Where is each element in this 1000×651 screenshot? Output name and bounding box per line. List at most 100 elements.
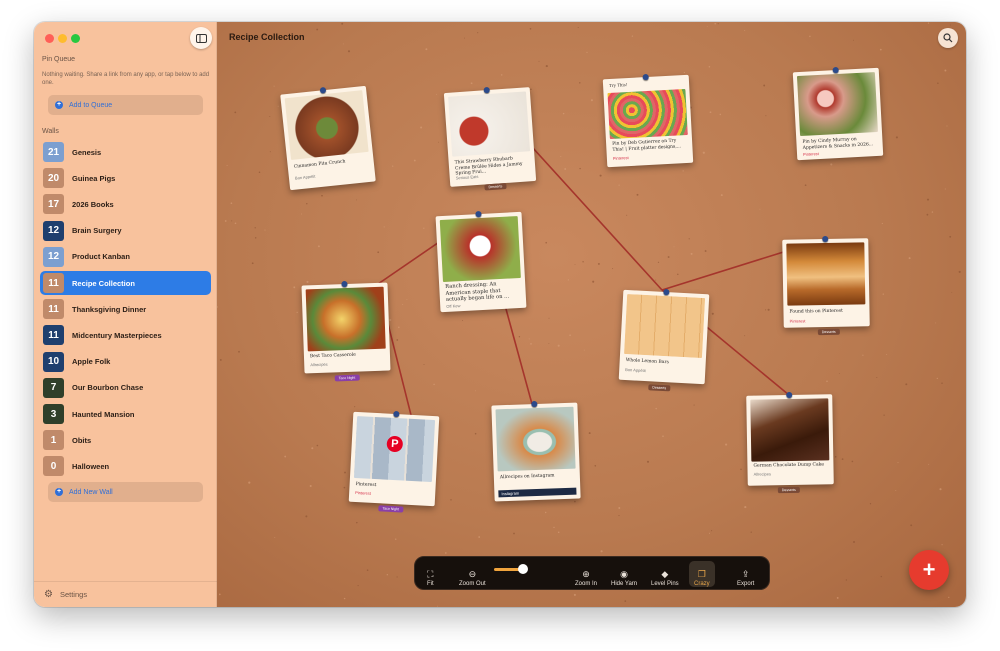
sidebar-item-wall[interactable]: 7 Our Bourbon Chase [40, 376, 211, 400]
pin-card-appetizers[interactable]: Pin by Cindy Murray on Appetizers & Snac… [792, 66, 884, 161]
card-title: Cinnamon Pita Crunch [293, 159, 346, 170]
add-to-queue-label: Add to Queue [69, 101, 113, 109]
sidebar-item-wall[interactable]: 17 2026 Books [40, 192, 211, 216]
sidebar-item-wall[interactable]: 0 Halloween [40, 454, 211, 478]
fit-button[interactable]: ⛶ Fit [427, 561, 434, 588]
push-pin-icon [393, 410, 400, 418]
wall-name-label: 2026 Books [72, 199, 114, 209]
pin-card-caramel-dessert[interactable]: Found this on Pinterest Pinterest Desser… [782, 235, 870, 336]
zoom-out-icon: ⊖ [468, 569, 477, 579]
recipe-photo [305, 286, 386, 352]
wall-name-label: Thanksgiving Dinner [72, 304, 147, 314]
zoom-out-button[interactable]: ⊖ Zoom Out [459, 561, 486, 588]
sidebar-item-wall[interactable]: 20 Guinea Pigs [40, 166, 211, 190]
wall-count-badge: 10 [43, 351, 64, 372]
settings-button[interactable]: ⚙ Settings [34, 581, 217, 607]
wall-count-badge: 3 [43, 404, 64, 424]
layers-icon: ❐ [697, 569, 706, 579]
push-pin-icon [642, 73, 649, 81]
sidebar-item-wall[interactable]: 12 Product Kanban [40, 245, 211, 269]
wall-count-badge: 1 [43, 430, 64, 451]
add-to-queue-button[interactable]: + Add to Queue [48, 95, 203, 115]
pin-card-allrecipes-instagram[interactable]: Allrecipes on Instagram Instagram [491, 400, 581, 502]
hide-yarn-label: Hide Yarn [611, 581, 638, 587]
wall-name-label: Midcentury Masterpieces [72, 330, 162, 340]
hide-yarn-button[interactable]: ◉ Hide Yarn [611, 561, 638, 588]
card-title: Pin by Cindy Murray on Appetizers & Snac… [802, 137, 874, 151]
wall-name-label: Brain Surgery [72, 226, 122, 236]
add-pin-button[interactable]: + [909, 550, 949, 590]
card-source: Bon Appétit [294, 173, 316, 181]
minimize-window-button[interactable] [58, 34, 67, 43]
cork-board[interactable]: Recipe Collection Cinnamon Pita Crunch B… [217, 22, 966, 607]
wall-name-label: Recipe Collection [72, 278, 135, 288]
sidebar-icon [195, 33, 207, 43]
close-window-button[interactable] [45, 34, 54, 43]
wall-name-label: Haunted Mansion [72, 409, 135, 419]
eye-icon: ◉ [620, 569, 628, 579]
wall-name-label: Product Kanban [72, 252, 130, 262]
bottom-toolbar: ⛶ Fit ⊖ Zoom Out ⊕ Zoom In ◉ Hide Yarn ◆… [414, 556, 770, 590]
sidebar-item-wall[interactable]: 12 Brain Surgery [40, 219, 211, 243]
level-pins-button[interactable]: ◆ Level Pins [651, 561, 679, 588]
card-header: Ranch dressing: An American staple that … [445, 281, 510, 303]
recipe-photo [796, 72, 878, 137]
card-title: Pin by Deb Gutierrez on Try This! | Frui… [612, 138, 682, 153]
sidebar-item-wall[interactable]: 11 Midcentury Masterpieces [40, 323, 211, 347]
pin-card-ranch-dressing[interactable]: Ranch dressing: An American staple that … [435, 210, 527, 313]
card-title: Found this on Pinterest [789, 308, 843, 315]
card-source: Bon Appétit [625, 367, 646, 374]
wall-name-label: Apple Folk [72, 357, 111, 367]
export-label: Export [737, 581, 755, 587]
push-pin-icon [319, 86, 327, 94]
recipe-photo [624, 294, 706, 359]
crazy-button[interactable]: ❐ Crazy [689, 561, 715, 587]
crazy-label: Crazy [694, 581, 710, 587]
add-new-wall-button[interactable]: + Add New Wall [48, 482, 203, 502]
push-pin-icon [341, 280, 348, 288]
sidebar-item-wall[interactable]: 1 Obits [40, 428, 211, 452]
sidebar-item-wall[interactable]: 11 Thanksgiving Dinner [40, 297, 211, 321]
walls-label: Walls [42, 128, 59, 135]
plus-circle-icon: + [55, 101, 63, 109]
card-source: Pinterest [802, 151, 819, 157]
pin-queue-note: Nothing waiting. Share a link from any a… [42, 72, 210, 86]
sidebar-item-wall[interactable]: 21 Genesis [40, 140, 211, 164]
card-title: German Chocolate Dump Cake [753, 462, 825, 469]
wall-count-badge: 0 [43, 456, 64, 477]
pin-card-chocolate-dump-cake[interactable]: German Chocolate Dump Cake Allrecipes De… [746, 391, 834, 494]
zoom-slider-thumb[interactable] [518, 564, 529, 574]
recipe-photo [786, 242, 866, 306]
pin-card-pinterest-collage[interactable]: P Pinterest Pinterest Taco Night [348, 410, 440, 513]
wall-name-label: Guinea Pigs [72, 173, 116, 183]
level-pins-label: Level Pins [651, 581, 679, 587]
pin-card-cinnamon-pita-crunch[interactable]: Cinnamon Pita Crunch Bon Appétit [280, 85, 376, 191]
sidebar-item-wall[interactable]: 11 Recipe Collection [40, 271, 211, 295]
share-icon: ⇪ [741, 569, 750, 579]
plus-icon: + [922, 557, 936, 582]
card-tag: Desserts [777, 486, 800, 494]
wall-count-badge: 20 [43, 168, 64, 189]
card-source: Allrecipes [310, 361, 328, 368]
wall-count-badge: 21 [43, 142, 64, 162]
wall-count-badge: 11 [43, 325, 64, 346]
level-pins-icon: ◆ [661, 569, 669, 579]
fit-label: Fit [427, 581, 434, 587]
sidebar-toggle-button[interactable] [190, 27, 212, 49]
card-title: Allrecipes on Instagram [499, 473, 555, 481]
maximize-window-button[interactable] [71, 34, 80, 43]
pin-card-fruit-platter[interactable]: Try This! Pin by Deb Gutierrez on Try Th… [602, 73, 694, 168]
push-pin-icon [832, 66, 839, 74]
sidebar-item-wall[interactable]: 3 Haunted Mansion [40, 402, 211, 426]
zoom-in-button[interactable]: ⊕ Zoom In [575, 561, 598, 588]
pin-queue-label: Pin Queue [42, 56, 76, 63]
pin-card-strawberry-rhubarb[interactable]: This Strawberry Rhubarb Creme Brûlée Hid… [443, 86, 537, 191]
pin-card-lemon-bars[interactable]: Whole Lemon Bars Bon Appétit Desserts [618, 288, 710, 392]
pin-card-taco-casserole[interactable]: Best Taco Casserole Allrecipes Taco Nigh… [301, 280, 391, 382]
wall-count-badge: 7 [43, 377, 64, 398]
recipe-photo [750, 398, 830, 462]
zoom-in-label: Zoom In [575, 581, 598, 587]
export-button[interactable]: ⇪ Export [737, 561, 755, 588]
push-pin-icon [786, 391, 793, 399]
sidebar-item-wall[interactable]: 10 Apple Folk [40, 350, 211, 374]
